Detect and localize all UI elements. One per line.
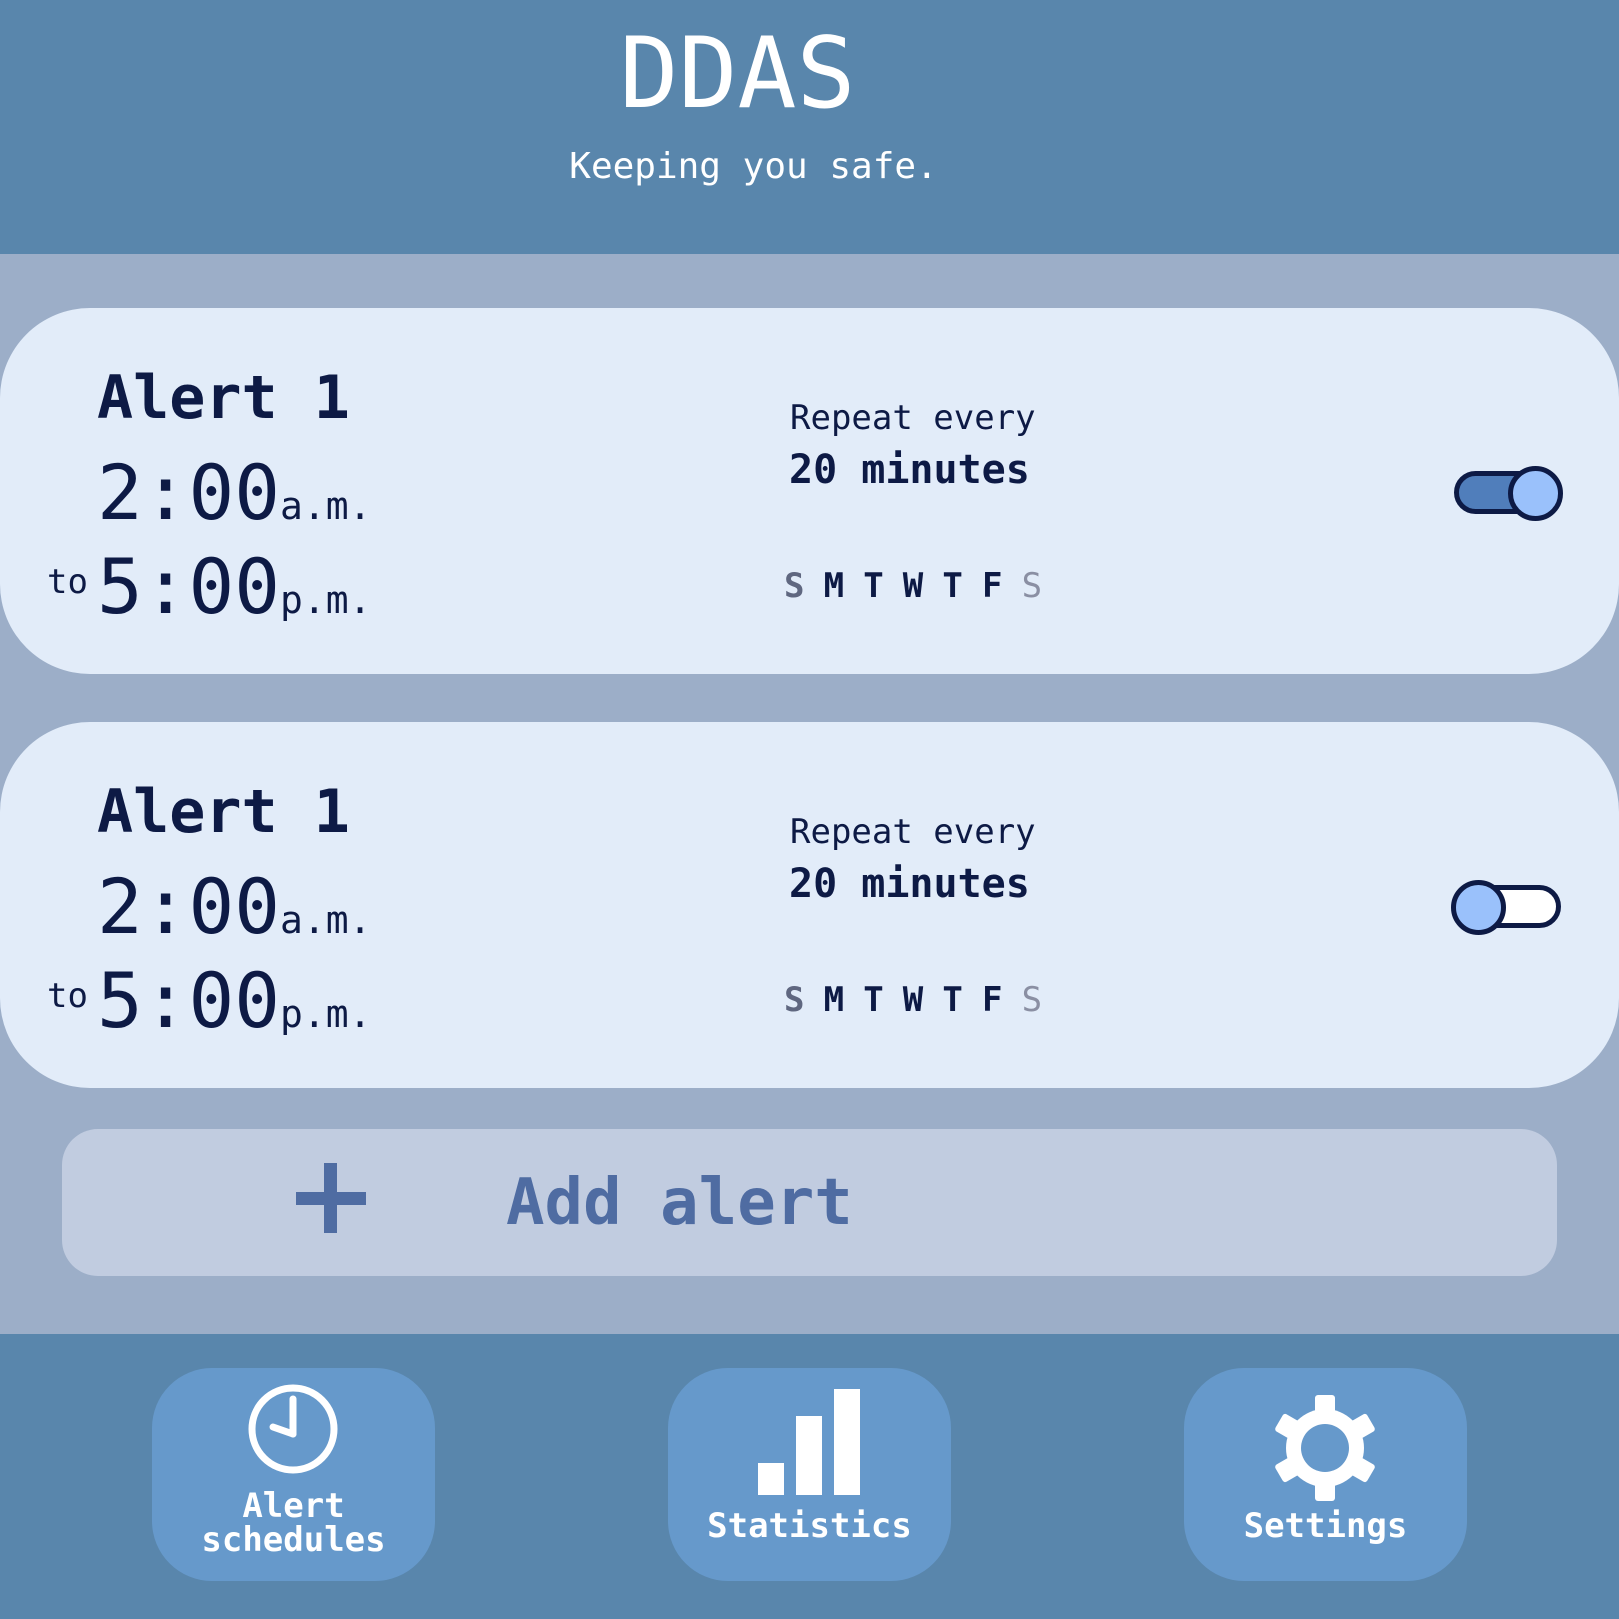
bottom-nav: Alert schedules Statistics Settings [0,1334,1619,1619]
to-label: to [47,562,88,602]
day-friday[interactable]: F [982,980,1022,1020]
alert-toggle[interactable] [1450,880,1565,935]
day-monday[interactable]: M [824,980,864,1020]
clock-icon [248,1384,338,1474]
add-alert-label: Add alert [506,1166,853,1240]
alert-start-time: 2:00a.m. [97,448,372,538]
repeat-label: Repeat every [790,812,1036,852]
app-header: DDAS Keeping you safe. [0,0,1619,254]
nav-statistics[interactable]: Statistics [668,1368,951,1581]
repeat-label: Repeat every [790,398,1036,438]
day-saturday[interactable]: S [1022,566,1062,606]
app-title: DDAS [619,17,856,131]
day-saturday[interactable]: S [1022,980,1062,1020]
alert-name: Alert 1 [97,777,350,847]
alert-card[interactable]: Alert 1 2:00a.m. to 5:00p.m. Repeat ever… [0,722,1619,1088]
day-sunday[interactable]: S [784,566,824,606]
weekday-selector: S M T W T F S [784,980,1061,1020]
end-time-value: 5:00 [97,956,281,1045]
day-thursday[interactable]: T [942,980,982,1020]
day-tuesday[interactable]: T [863,980,903,1020]
repeat-value: 20 minutes [789,447,1030,493]
nav-settings[interactable]: Settings [1184,1368,1467,1581]
day-wednesday[interactable]: W [903,566,943,606]
start-ampm: a.m. [280,484,372,528]
alert-card[interactable]: Alert 1 2:00a.m. to 5:00p.m. Repeat ever… [0,308,1619,674]
day-sunday[interactable]: S [784,980,824,1020]
start-time-value: 2:00 [97,448,281,537]
end-ampm: p.m. [280,992,372,1036]
day-friday[interactable]: F [982,566,1022,606]
day-thursday[interactable]: T [942,566,982,606]
app-subtitle: Keeping you safe. [569,146,938,187]
plus-icon [296,1163,366,1233]
alert-start-time: 2:00a.m. [97,862,372,952]
end-time-value: 5:00 [97,542,281,631]
day-monday[interactable]: M [824,566,864,606]
alert-name: Alert 1 [97,363,350,433]
alert-end-time: 5:00p.m. [97,542,372,632]
weekday-selector: S M T W T F S [784,566,1061,606]
nav-label-line2: schedules [201,1520,386,1560]
day-wednesday[interactable]: W [903,980,943,1020]
end-ampm: p.m. [280,578,372,622]
bar-chart-icon [758,1389,860,1495]
nav-label: Alert schedules [152,1489,435,1557]
day-tuesday[interactable]: T [863,566,903,606]
toggle-knob [1508,466,1563,521]
start-ampm: a.m. [280,898,372,942]
repeat-value: 20 minutes [789,861,1030,907]
to-label: to [47,976,88,1016]
alert-end-time: 5:00p.m. [97,956,372,1046]
nav-label: Settings [1243,1506,1408,1546]
nav-label: Statistics [707,1506,912,1546]
alert-toggle[interactable] [1450,466,1565,521]
gear-icon [1275,1395,1375,1501]
nav-alert-schedules[interactable]: Alert schedules [152,1368,435,1581]
start-time-value: 2:00 [97,862,281,951]
add-alert-button[interactable]: Add alert [62,1129,1557,1276]
toggle-knob [1451,880,1506,935]
